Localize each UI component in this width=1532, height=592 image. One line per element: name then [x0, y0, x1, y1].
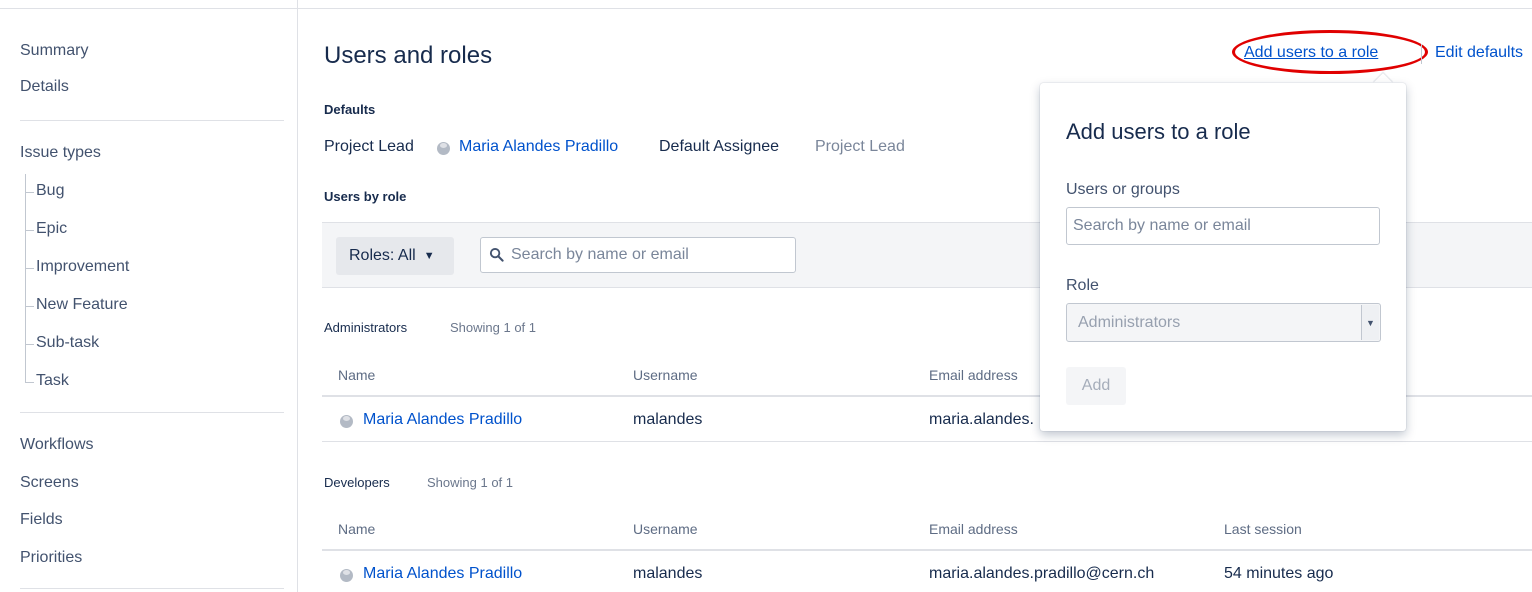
default-assignee-label: Default Assignee [659, 138, 780, 155]
caret-down-icon: ▼ [1361, 305, 1379, 340]
sidebar-item-improvement[interactable]: Improvement [24, 250, 129, 276]
role-select[interactable]: Administrators ▼ [1066, 303, 1381, 342]
sidebar-item-screens[interactable]: Screens [20, 474, 79, 492]
users-or-groups-label: Users or groups [1066, 181, 1180, 198]
users-by-role-heading: Users by role [324, 189, 407, 204]
role-select-value: Administrators [1078, 314, 1181, 331]
sidebar-divider [20, 412, 284, 413]
row-divider [322, 441, 1532, 442]
highlight-annotation [1232, 30, 1428, 74]
search-box [480, 237, 796, 273]
column-header-email[interactable]: Email address [929, 521, 1018, 537]
last-session-cell: 54 minutes ago [1224, 565, 1334, 582]
username-cell: malandes [633, 411, 703, 428]
email-cell: maria.alandes. [929, 411, 1034, 428]
link-separator [1421, 44, 1422, 64]
sidebar-item-fields[interactable]: Fields [20, 511, 63, 529]
column-header-email[interactable]: Email address [929, 367, 1018, 383]
add-users-popover: Add users to a role Users or groups Role… [1040, 83, 1406, 431]
sidebar-item-new-feature[interactable]: New Feature [25, 288, 128, 314]
project-settings-sidebar: Summary Details Issue types Bug Epic Imp… [0, 0, 298, 592]
search-icon [489, 247, 504, 262]
defaults-heading: Defaults [324, 102, 376, 117]
users-or-groups-input[interactable] [1066, 207, 1380, 245]
caret-down-icon: ▼ [423, 250, 435, 262]
sidebar-item-bug[interactable]: Bug [24, 174, 64, 200]
project-lead-link[interactable]: Maria Alandes Pradillo [459, 138, 618, 156]
sidebar-item-priorities[interactable]: Priorities [20, 549, 82, 567]
default-assignee-value: Project Lead [815, 138, 905, 155]
section-role-name: Administrators [324, 320, 408, 335]
sidebar-item-task[interactable]: Task [25, 364, 69, 390]
user-search-input[interactable] [511, 238, 791, 272]
column-header-name[interactable]: Name [338, 521, 375, 537]
avatar-icon [340, 569, 353, 582]
avatar-icon [340, 415, 353, 428]
page-title: Users and roles [324, 42, 493, 69]
edit-defaults-link[interactable]: Edit defaults [1435, 44, 1523, 62]
column-header-username[interactable]: Username [633, 521, 698, 537]
user-name-link[interactable]: Maria Alandes Pradillo [363, 565, 522, 583]
email-cell: maria.alandes.pradillo@cern.ch [929, 565, 1155, 582]
column-header-username[interactable]: Username [633, 367, 698, 383]
column-header-last-session[interactable]: Last session [1224, 521, 1302, 537]
section-count: Showing 1 of 1 [450, 320, 537, 335]
sidebar-item-issue-types[interactable]: Issue types [20, 144, 101, 162]
sidebar-item-workflows[interactable]: Workflows [20, 436, 94, 454]
roles-filter-dropdown[interactable]: Roles: All ▼ [336, 237, 454, 275]
sidebar-divider [20, 120, 284, 121]
roles-filter-label: Roles: All [349, 247, 416, 264]
column-header-name[interactable]: Name [338, 367, 375, 383]
add-button[interactable]: Add [1066, 367, 1126, 405]
sidebar-item-summary[interactable]: Summary [20, 42, 88, 60]
user-name-link[interactable]: Maria Alandes Pradillo [363, 411, 522, 429]
role-label: Role [1066, 277, 1099, 294]
project-lead-label: Project Lead [324, 138, 414, 155]
sidebar-divider [20, 588, 284, 589]
sidebar-item-details[interactable]: Details [20, 78, 69, 96]
section-role-name: Developers [324, 475, 390, 490]
username-cell: malandes [633, 565, 703, 582]
section-count: Showing 1 of 1 [427, 475, 514, 490]
sidebar-item-epic[interactable]: Epic [24, 212, 67, 238]
avatar-icon [437, 142, 450, 155]
popover-title: Add users to a role [1066, 119, 1251, 144]
table-header-rule [322, 549, 1532, 551]
sidebar-item-sub-task[interactable]: Sub-task [24, 326, 99, 352]
